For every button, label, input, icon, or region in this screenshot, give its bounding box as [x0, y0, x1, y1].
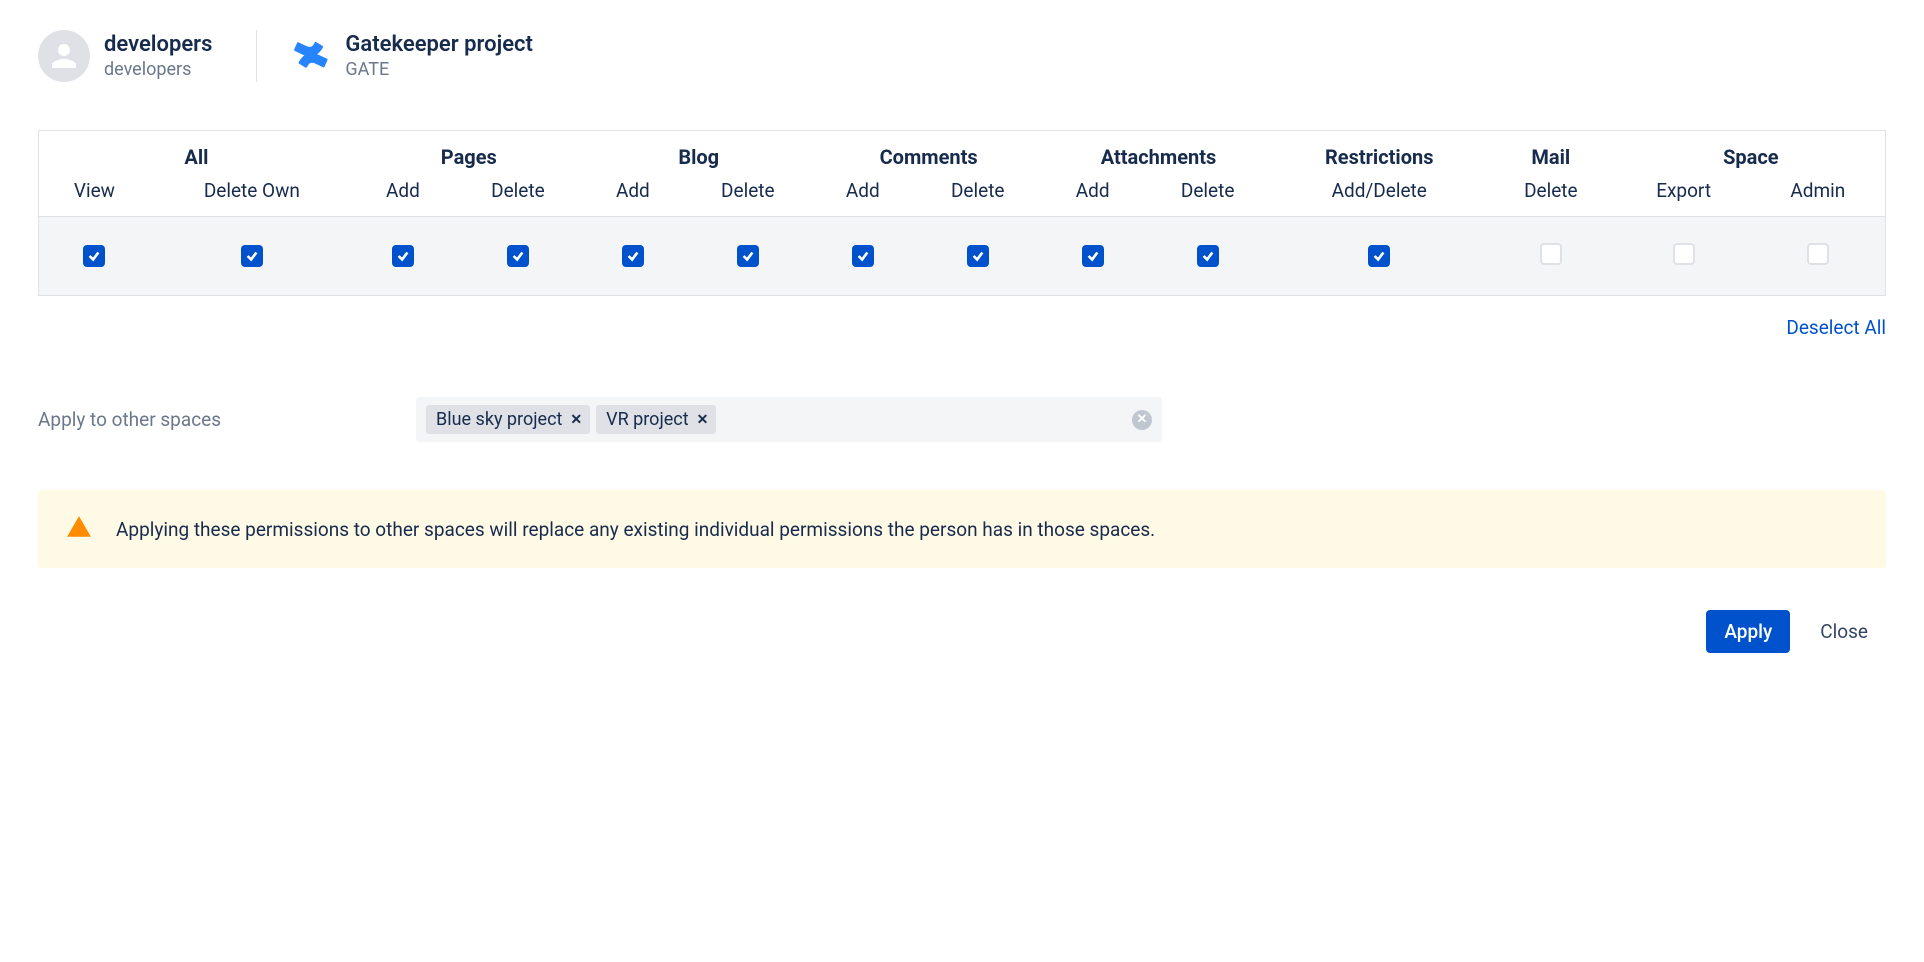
- remove-tag-icon[interactable]: ✕: [697, 412, 709, 428]
- apply-to-other-spaces-label: Apply to other spaces: [38, 408, 416, 431]
- permission-column-header: Delete: [452, 175, 584, 217]
- permission-group-header: Pages: [354, 131, 584, 176]
- remove-tag-icon[interactable]: ✕: [570, 412, 582, 428]
- permission-cell: [39, 217, 150, 296]
- permission-cell: [1751, 217, 1886, 296]
- project-header-text: Gatekeeper project GATE: [345, 32, 532, 80]
- avatar: [38, 30, 90, 82]
- permission-group-header: Mail: [1485, 131, 1617, 176]
- footer-buttons: Apply Close: [38, 610, 1886, 653]
- permission-checkbox[interactable]: [1673, 243, 1695, 265]
- permission-checkbox[interactable]: [1197, 245, 1219, 267]
- space-tag-label: VR project: [606, 409, 688, 430]
- permission-checkbox[interactable]: [737, 245, 759, 267]
- space-tag: VR project ✕: [596, 405, 716, 434]
- permission-column-header: Add: [584, 175, 682, 217]
- permission-checkbox[interactable]: [241, 245, 263, 267]
- permission-checkbox[interactable]: [392, 245, 414, 267]
- permission-cell: [682, 217, 814, 296]
- apply-button[interactable]: Apply: [1706, 610, 1790, 653]
- permission-column-header: Delete: [1485, 175, 1617, 217]
- permission-column-header: View: [39, 175, 150, 217]
- permission-column-header: Delete Own: [150, 175, 354, 217]
- permission-cell: [584, 217, 682, 296]
- user-header-text: developers developers: [104, 32, 212, 80]
- permission-group-header: Comments: [814, 131, 1044, 176]
- permission-cell: [354, 217, 452, 296]
- permission-cell: [1142, 217, 1274, 296]
- permission-cell: [1617, 217, 1751, 296]
- permission-column-header: Add: [814, 175, 912, 217]
- permission-column-header: Delete: [912, 175, 1044, 217]
- dialog-header: developers developers Gatekeeper project…: [38, 30, 1886, 82]
- close-button[interactable]: Close: [1802, 610, 1886, 653]
- space-tag-label: Blue sky project: [436, 409, 562, 430]
- permissions-table: AllPagesBlogCommentsAttachmentsRestricti…: [38, 130, 1886, 296]
- project-key: GATE: [345, 59, 532, 80]
- permission-column-header: Admin: [1751, 175, 1886, 217]
- permission-checkbox[interactable]: [507, 245, 529, 267]
- warning-icon: [66, 514, 92, 544]
- permission-column-header: Delete: [682, 175, 814, 217]
- user-subtitle: developers: [104, 59, 212, 80]
- permission-cell: [150, 217, 354, 296]
- permission-cell: [912, 217, 1044, 296]
- permissions-group-header: AllPagesBlogCommentsAttachmentsRestricti…: [39, 131, 1886, 176]
- permissions-row: [39, 217, 1886, 296]
- permission-checkbox[interactable]: [1082, 245, 1104, 267]
- space-tag: Blue sky project ✕: [426, 405, 590, 434]
- permission-cell: [452, 217, 584, 296]
- deselect-all-link[interactable]: Deselect All: [1786, 316, 1886, 339]
- permission-cell: [1273, 217, 1485, 296]
- permission-cell: [1044, 217, 1142, 296]
- permission-checkbox[interactable]: [622, 245, 644, 267]
- permissions-sub-header: ViewDelete OwnAddDeleteAddDeleteAddDelet…: [39, 175, 1886, 217]
- permission-checkbox[interactable]: [83, 245, 105, 267]
- permission-group-header: Space: [1617, 131, 1886, 176]
- warning-text: Applying these permissions to other spac…: [116, 518, 1155, 541]
- clear-all-tags-icon[interactable]: ✕: [1132, 410, 1152, 430]
- permission-group-header: Restrictions: [1273, 131, 1485, 176]
- permission-checkbox[interactable]: [1368, 245, 1390, 267]
- project-header-group: Gatekeeper project GATE: [293, 32, 532, 80]
- permission-cell: [1485, 217, 1617, 296]
- permission-column-header: Add/Delete: [1273, 175, 1485, 217]
- permission-checkbox[interactable]: [967, 245, 989, 267]
- permission-checkbox[interactable]: [1540, 243, 1562, 265]
- deselect-row: Deselect All: [38, 316, 1886, 339]
- permission-group-header: Attachments: [1044, 131, 1274, 176]
- spaces-tag-input[interactable]: Blue sky project ✕ VR project ✕ ✕: [416, 397, 1162, 442]
- permission-checkbox[interactable]: [852, 245, 874, 267]
- apply-to-other-spaces-row: Apply to other spaces Blue sky project✕V…: [38, 397, 1886, 442]
- project-title: Gatekeeper project: [345, 32, 532, 57]
- user-header-group: developers developers: [38, 30, 257, 82]
- permission-column-header: Add: [1044, 175, 1142, 217]
- permission-column-header: Export: [1617, 175, 1751, 217]
- confluence-logo-icon: [293, 37, 331, 75]
- permission-cell: [814, 217, 912, 296]
- permission-group-header: Blog: [584, 131, 814, 176]
- permission-column-header: Delete: [1142, 175, 1274, 217]
- user-title: developers: [104, 32, 212, 57]
- permission-group-header: All: [39, 131, 354, 176]
- permission-checkbox[interactable]: [1807, 243, 1829, 265]
- warning-banner: Applying these permissions to other spac…: [38, 490, 1886, 568]
- permission-column-header: Add: [354, 175, 452, 217]
